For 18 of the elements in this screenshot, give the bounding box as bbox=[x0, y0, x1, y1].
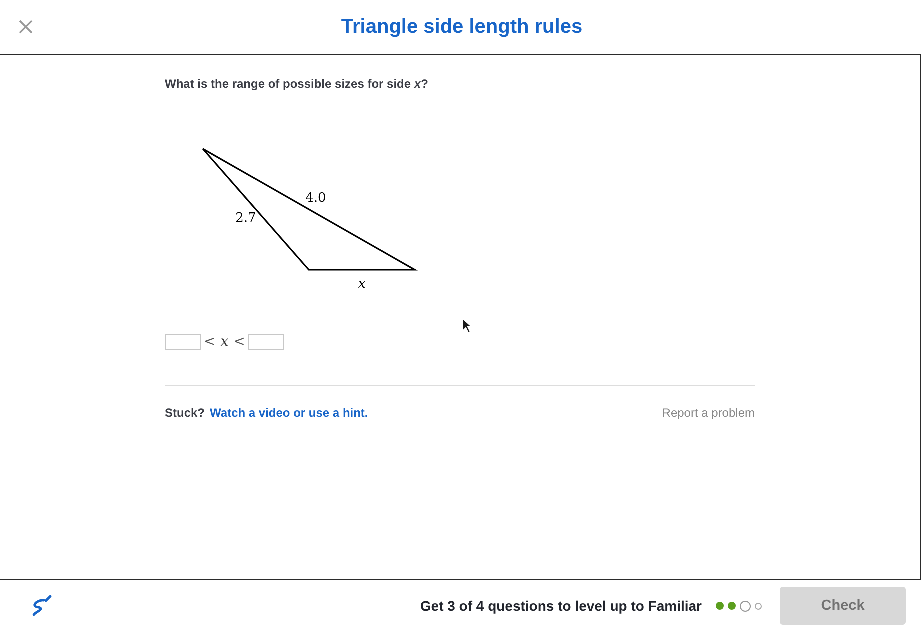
close-icon bbox=[19, 20, 33, 34]
stuck-label: Stuck? bbox=[165, 406, 206, 420]
progress-text: Get 3 of 4 questions to level up to Familiar bbox=[420, 598, 702, 614]
scratchpad-pencil-icon[interactable] bbox=[30, 595, 52, 617]
hint-link[interactable]: Watch a video or use a hint. bbox=[210, 406, 368, 420]
question-text: What is the range of possible sizes for side x? bbox=[165, 76, 430, 92]
close-button[interactable] bbox=[19, 20, 33, 34]
side-label: 2.7 bbox=[236, 211, 256, 226]
variable-label: x bbox=[220, 334, 229, 350]
side-label: x bbox=[358, 277, 366, 292]
less-than-sign: < bbox=[204, 334, 216, 350]
side-label: 4.0 bbox=[306, 191, 326, 206]
answer-field[interactable] bbox=[165, 334, 201, 350]
lesson-title: Triangle side length rules bbox=[341, 16, 583, 38]
less-than-sign: < bbox=[234, 334, 246, 350]
answer-field[interactable] bbox=[248, 334, 284, 350]
report-problem-link[interactable]: Report a problem bbox=[662, 406, 755, 420]
cursor-icon bbox=[462, 318, 473, 334]
